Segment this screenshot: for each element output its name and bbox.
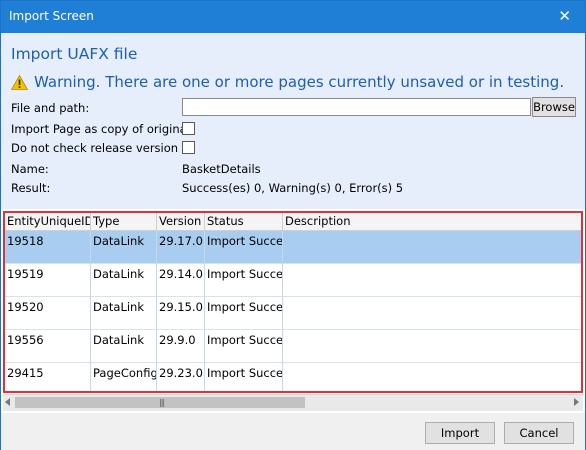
cell-status: Import Success [205,330,283,363]
scrollbar-thumb[interactable]: ||| [15,397,305,408]
import-screen-window: Import Screen ✕ Import UAFX file Warning… [0,0,586,450]
column-header-version[interactable]: Version [157,213,205,231]
dialog-footer: Import Cancel [1,413,585,450]
table-row[interactable]: 29415 PageConfig 29.23.0 Import Success [5,363,581,391]
table-row[interactable]: 19519 DataLink 29.14.0 Import Success [5,264,581,297]
import-results-grid: EntityUniqueID Type Version Status Descr… [3,211,583,393]
file-path-label: File and path: [11,101,90,115]
browse-button[interactable]: Browse [532,97,576,117]
import-button[interactable]: Import [425,422,495,444]
table-row[interactable]: 19520 DataLink 29.15.0 Import Success [5,297,581,330]
table-row[interactable]: 19556 DataLink 29.9.0 Import Success [5,330,581,363]
cell-description [283,297,581,330]
column-header-type[interactable]: Type [91,213,157,231]
cell-version: 29.9.0 [157,330,205,363]
grip-icon: ||| [159,398,165,407]
scroll-left-icon[interactable] [5,398,10,406]
cell-entity-id: 19519 [5,264,91,297]
cell-entity-id: 19518 [5,231,91,264]
page-title: Import UAFX file [11,45,138,63]
result-value: Success(es) 0, Warning(s) 0, Error(s) 5 [182,181,404,195]
cell-entity-id: 29415 [5,363,91,391]
name-value: BasketDetails [182,162,261,176]
cell-entity-id: 19556 [5,330,91,363]
cell-entity-id: 19520 [5,297,91,330]
result-label: Result: [11,181,51,195]
close-icon[interactable]: ✕ [558,7,571,25]
cell-description [283,264,581,297]
scroll-right-icon[interactable] [574,398,579,406]
file-path-input[interactable] [182,98,531,116]
cell-type: DataLink [91,297,157,330]
warning-triangle-icon [11,74,28,90]
warning-message: Warning. There are one or more pages cur… [11,73,564,91]
cell-status: Import Success [205,231,283,264]
title-bar[interactable]: Import Screen ✕ [1,1,585,33]
cell-type: DataLink [91,264,157,297]
cell-status: Import Success [205,264,283,297]
cell-type: DataLink [91,330,157,363]
cell-description [283,330,581,363]
cell-version: 29.15.0 [157,297,205,330]
import-options-panel: Import UAFX file Warning. There are one … [1,33,585,209]
import-copy-label: Import Page as copy of original [11,122,190,136]
skip-release-check-checkbox[interactable] [182,141,195,154]
cell-type: DataLink [91,231,157,264]
cell-version: 29.14.0 [157,264,205,297]
warning-text: Warning. There are one or more pages cur… [34,73,565,91]
cell-version: 29.17.0 [157,231,205,264]
cell-status: Import Success [205,363,283,391]
cell-status: Import Success [205,297,283,330]
column-header-description[interactable]: Description [283,213,581,231]
import-copy-checkbox[interactable] [182,122,195,135]
cell-description [283,231,581,264]
cell-version: 29.23.0 [157,363,205,391]
cell-type: PageConfig [91,363,157,391]
cell-description [283,363,581,391]
name-label: Name: [11,162,49,176]
window-title: Import Screen [9,9,94,23]
skip-release-check-label: Do not check release version [11,141,179,155]
column-header-entity-id[interactable]: EntityUniqueID [5,213,91,231]
horizontal-scrollbar[interactable]: ||| [3,394,583,411]
grid-header: EntityUniqueID Type Version Status Descr… [5,213,581,231]
column-header-status[interactable]: Status [205,213,283,231]
table-row[interactable]: 19518 DataLink 29.17.0 Import Success [5,231,581,264]
cancel-button[interactable]: Cancel [504,422,574,444]
